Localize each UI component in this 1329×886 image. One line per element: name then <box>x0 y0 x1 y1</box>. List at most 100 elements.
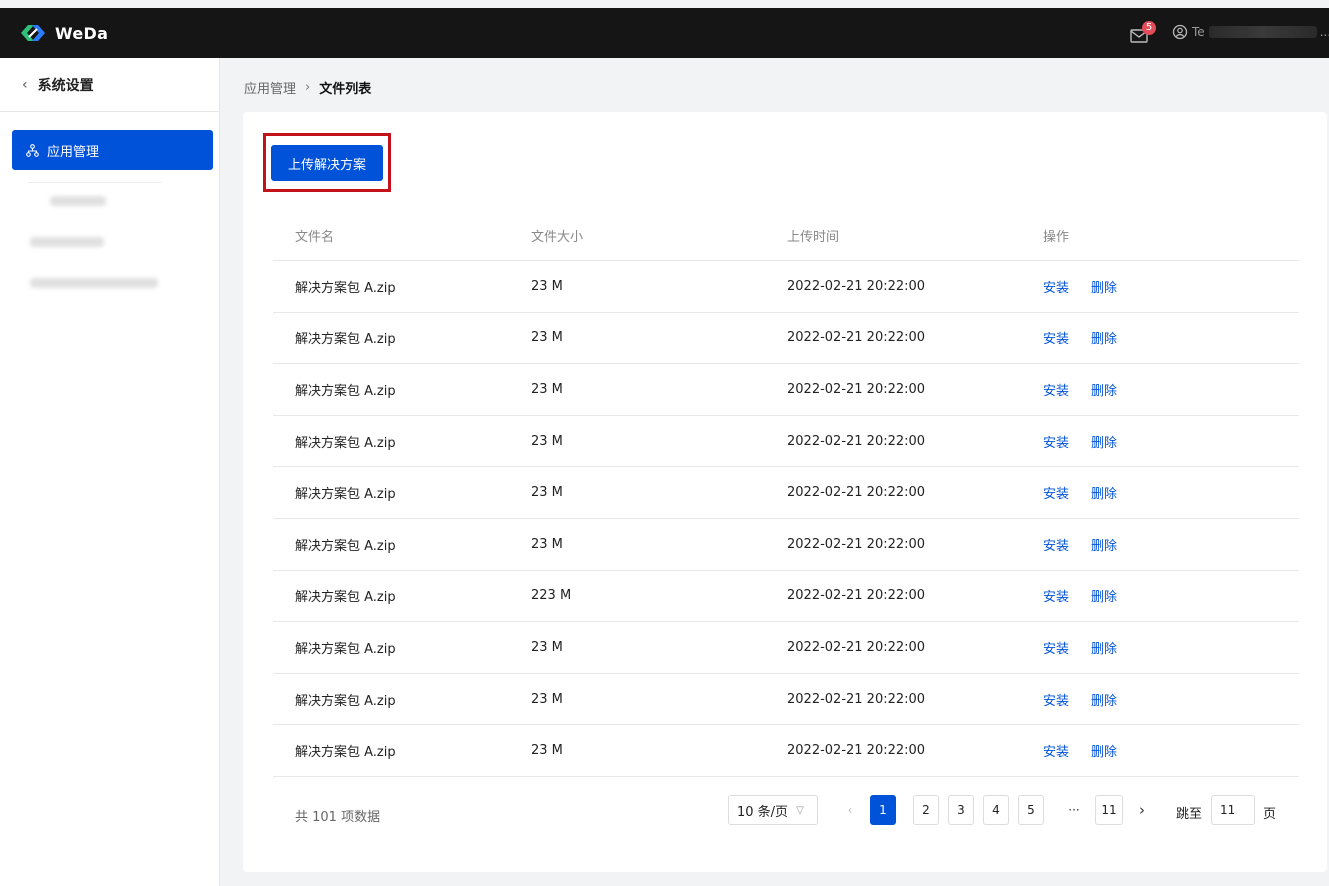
cell-actions: 安装 删除 <box>1043 277 1299 296</box>
cell-file-name: 解决方案包 A.zip <box>295 641 396 657</box>
table-row: 解决方案包 A.zip 23 M 2022-02-21 20:22:00 安装 删除 <box>273 622 1299 674</box>
delete-link[interactable]: 删除 <box>1091 535 1117 554</box>
cell-upload-time: 2022-02-21 20:22:00 <box>787 381 926 397</box>
page-button-1[interactable]: 1 <box>870 795 896 825</box>
app-name: WeDa <box>55 23 109 43</box>
table-row: 解决方案包 A.zip 23 M 2022-02-21 20:22:00 安装 删除 <box>273 467 1299 519</box>
install-link[interactable]: 安装 <box>1043 483 1069 502</box>
page-button-last[interactable]: 11 <box>1095 795 1123 825</box>
cell-file-name: 解决方案包 A.zip <box>295 435 396 451</box>
cell-file-name: 解决方案包 A.zip <box>295 383 396 399</box>
sidebar-item-redacted[interactable] <box>30 237 104 247</box>
table-row: 解决方案包 A.zip 23 M 2022-02-21 20:22:00 安装 删除 <box>273 725 1299 777</box>
install-link[interactable]: 安装 <box>1043 741 1069 760</box>
cell-file-name: 解决方案包 A.zip <box>295 487 396 503</box>
install-link[interactable]: 安装 <box>1043 586 1069 605</box>
cell-actions: 安装 删除 <box>1043 741 1299 760</box>
cell-upload-time: 2022-02-21 20:22:00 <box>787 536 926 552</box>
delete-link[interactable]: 删除 <box>1091 380 1117 399</box>
page-size-select[interactable]: 10 条/页 ▽ <box>728 795 818 825</box>
delete-link[interactable]: 删除 <box>1091 483 1117 502</box>
cell-file-size: 23 M <box>531 278 563 294</box>
delete-link[interactable]: 删除 <box>1091 328 1117 347</box>
delete-link[interactable]: 删除 <box>1091 586 1117 605</box>
install-link[interactable]: 安装 <box>1043 638 1069 657</box>
breadcrumb-parent[interactable]: 应用管理 <box>244 78 296 97</box>
user-name: Te <box>1192 25 1205 39</box>
sidebar-item-redacted[interactable] <box>30 278 158 288</box>
install-link[interactable]: 安装 <box>1043 432 1069 451</box>
cell-file-name: 解决方案包 A.zip <box>295 693 396 709</box>
table-row: 解决方案包 A.zip 23 M 2022-02-21 20:22:00 安装 删除 <box>273 313 1299 365</box>
cell-file-size: 23 M <box>531 691 563 707</box>
cell-actions: 安装 删除 <box>1043 586 1299 605</box>
page-button-4[interactable]: 4 <box>983 795 1009 825</box>
cell-actions: 安装 删除 <box>1043 638 1299 657</box>
delete-link[interactable]: 删除 <box>1091 432 1117 451</box>
user-menu[interactable]: Te ... <box>1172 24 1329 40</box>
table-body: 解决方案包 A.zip 23 M 2022-02-21 20:22:00 安装 删除 解决… <box>273 261 1299 777</box>
sidebar: ‹ 系统设置 应用管理 <box>0 58 220 886</box>
cell-upload-time: 2022-02-21 20:22:00 <box>787 691 926 707</box>
cell-file-size: 23 M <box>531 330 563 346</box>
delete-link[interactable]: 删除 <box>1091 741 1117 760</box>
cell-file-size: 23 M <box>531 639 563 655</box>
col-header-size: 文件大小 <box>531 229 584 245</box>
cell-actions: 安装 删除 <box>1043 380 1299 399</box>
cell-actions: 安装 删除 <box>1043 432 1299 451</box>
delete-link[interactable]: 删除 <box>1091 638 1117 657</box>
install-link[interactable]: 安装 <box>1043 277 1069 296</box>
cell-file-name: 解决方案包 A.zip <box>295 332 396 348</box>
install-link[interactable]: 安装 <box>1043 535 1069 554</box>
upload-solution-button[interactable]: 上传解决方案 <box>271 145 383 181</box>
cell-actions: 安装 删除 <box>1043 535 1299 554</box>
breadcrumb: 应用管理 › 文件列表 <box>244 78 371 97</box>
table-header: 文件名 文件大小 上传时间 操作 <box>273 210 1299 261</box>
back-to-system-settings[interactable]: ‹ 系统设置 <box>0 58 219 112</box>
back-label: 系统设置 <box>37 77 94 94</box>
cell-upload-time: 2022-02-21 20:22:00 <box>787 278 926 294</box>
jump-label: 跳至 <box>1176 807 1203 822</box>
cell-file-size: 23 M <box>531 536 563 552</box>
cell-upload-time: 2022-02-21 20:22:00 <box>787 639 926 655</box>
install-link[interactable]: 安装 <box>1043 690 1069 709</box>
delete-link[interactable]: 删除 <box>1091 277 1117 296</box>
sidebar-item-redacted[interactable] <box>50 196 106 206</box>
chevron-right-icon: › <box>305 80 311 95</box>
total-count: 共 101 项数据 <box>295 810 381 825</box>
sidebar-item-app-management[interactable]: 应用管理 <box>12 130 213 170</box>
chevron-left-icon: ‹ <box>22 76 28 93</box>
breadcrumb-current: 文件列表 <box>319 82 372 97</box>
user-name-redacted <box>1208 26 1317 38</box>
weda-logo-icon <box>21 25 45 41</box>
page-button-2[interactable]: 2 <box>913 795 939 825</box>
top-bar: WeDa 5 Te ... <box>0 8 1329 58</box>
col-header-name: 文件名 <box>295 229 335 245</box>
brand[interactable]: WeDa <box>20 23 108 43</box>
user-icon <box>1172 24 1188 40</box>
delete-link[interactable]: 删除 <box>1091 690 1117 709</box>
cell-upload-time: 2022-02-21 20:22:00 <box>787 330 926 346</box>
col-header-time: 上传时间 <box>787 229 840 245</box>
user-name-more: ... <box>1319 25 1329 39</box>
cell-upload-time: 2022-02-21 20:22:00 <box>787 743 926 759</box>
cell-file-size: 23 M <box>531 433 563 449</box>
cell-file-name: 解决方案包 A.zip <box>295 590 396 606</box>
page-button-3[interactable]: 3 <box>948 795 974 825</box>
page-size-value: 10 条/页 <box>737 804 789 820</box>
cell-upload-time: 2022-02-21 20:22:00 <box>787 588 926 604</box>
cell-file-size: 23 M <box>531 743 563 759</box>
table-row: 解决方案包 A.zip 23 M 2022-02-21 20:22:00 安装 删除 <box>273 261 1299 313</box>
cell-file-size: 223 M <box>531 588 572 604</box>
prev-page-button[interactable]: ‹ <box>840 795 860 825</box>
install-link[interactable]: 安装 <box>1043 380 1069 399</box>
jump-unit: 页 <box>1263 807 1277 822</box>
sidebar-item-label: 应用管理 <box>47 144 100 160</box>
pagination-ellipsis[interactable]: ··· <box>1061 795 1087 825</box>
jump-page-input[interactable] <box>1211 795 1255 825</box>
mail-badge: 5 <box>1142 21 1156 35</box>
page-button-5[interactable]: 5 <box>1018 795 1044 825</box>
next-page-button[interactable]: › <box>1132 795 1152 825</box>
cell-file-name: 解决方案包 A.zip <box>295 745 396 761</box>
install-link[interactable]: 安装 <box>1043 328 1069 347</box>
